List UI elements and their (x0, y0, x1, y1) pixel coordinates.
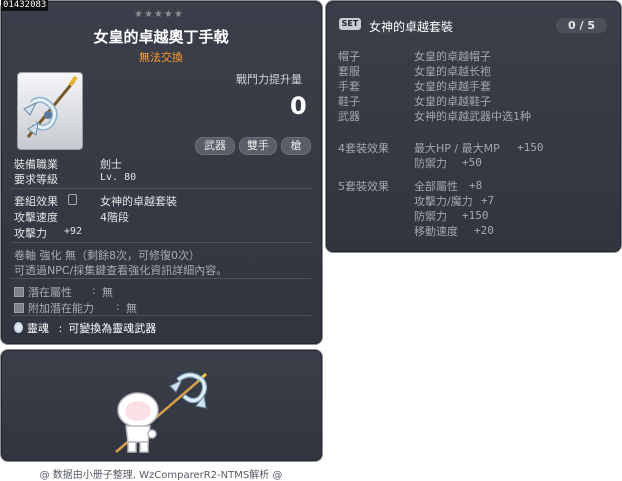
set-effect-4-stat-value: +150 (517, 141, 544, 154)
divider (11, 188, 311, 189)
set-part-name: 女神的卓越武器中选1种 (414, 110, 531, 123)
set-part-name: 女皇的卓越长袍 (414, 65, 491, 78)
set-effect-4-stat-value: +50 (462, 156, 482, 169)
attack-value: +92 (64, 226, 83, 237)
set-effect-5-stat: 移動速度 (414, 225, 458, 238)
set-effect-5-stat-value: +7 (481, 194, 495, 207)
divider (11, 315, 311, 316)
set-part-slot: 武器 (338, 110, 360, 123)
additional-potential-value: 無 (126, 302, 137, 315)
power-increase-value: 0 (290, 92, 307, 120)
set-effect-5-stat-value: +8 (469, 179, 483, 192)
attack-speed-label: 攻擊速度 (14, 211, 58, 224)
set-effect-5-stat-value: +20 (474, 224, 494, 237)
additional-potential-label: 附加潛在能力 (28, 302, 94, 315)
job-value: 劍士 (100, 158, 122, 171)
character-preview (115, 372, 208, 453)
soul-value: 可變換為靈魂武器 (68, 322, 157, 335)
set-effect-4-stat: 最大HP / 最大MP (414, 142, 500, 155)
additional-potential-colon: : (116, 300, 120, 313)
set-part-slot: 套服 (338, 65, 360, 78)
divider (11, 278, 311, 279)
required-level-label: 要求等級 (14, 173, 58, 186)
required-level-value: Lv. 80 (100, 172, 137, 183)
set-effect-4-stat: 防禦力 (414, 157, 447, 170)
set-badge: SET (339, 18, 361, 30)
potential-value: 無 (102, 286, 113, 299)
footer-credit: @ 数据由小册子整理, WzComparerR2-NTMS解析 @ (39, 470, 283, 481)
set-effect-5-label: 5套裝效果 (338, 180, 389, 193)
set-effect-label: 套組效果 (14, 195, 58, 208)
tag-two-handed: 雙手 (239, 137, 277, 155)
set-part-slot: 手套 (338, 80, 360, 93)
soul-label: 靈魂 (27, 322, 49, 335)
set-name: 女神的卓越套裝 (369, 20, 454, 34)
set-count: 0 / 5 (556, 18, 607, 33)
upgrade-status: 卷軸 強化 無（剩餘8次，可修復0次） (14, 249, 200, 262)
set-effect-value: 女神的卓越套裝 (100, 195, 177, 208)
attack-label: 攻擊力 (14, 227, 47, 240)
set-part-slot: 鞋子 (338, 95, 360, 108)
set-effect-4-label: 4套裝效果 (338, 142, 389, 155)
potential-row: 潛在屬性 (14, 284, 72, 300)
set-effect-5-stat: 防禦力 (414, 210, 447, 223)
additional-potential-icon (14, 303, 24, 313)
trade-status: 無法交換 (139, 51, 183, 64)
tag-spear: 槍 (281, 137, 311, 155)
potential-colon: : (92, 284, 96, 297)
lock-icon (68, 194, 77, 205)
potential-icon (14, 287, 24, 297)
set-effect-5-stat: 攻擊力/魔力 (414, 195, 473, 208)
item-icon-frame (17, 72, 83, 150)
item-id: 01432083 (1, 0, 49, 11)
additional-potential-row: 附加潛在能力 (14, 300, 94, 316)
soul-colon: : (58, 322, 63, 335)
tag-weapon: 武器 (195, 137, 235, 155)
set-part-slot: 帽子 (338, 50, 360, 63)
star-force-stars: ★★★★★ (134, 9, 184, 20)
set-part-name: 女皇的卓越手套 (414, 80, 491, 93)
soul-row: 靈魂 : 可變換為靈魂武器 (14, 320, 156, 336)
flame-icon (14, 322, 23, 333)
divider (11, 242, 311, 243)
set-part-name: 女皇的卓越鞋子 (414, 95, 491, 108)
npc-info-hint: 可透過NPC/採集鍵查看強化資訊詳細內容。 (14, 264, 228, 277)
job-label: 裝備職業 (14, 158, 58, 171)
power-increase-label: 戰鬥力提升量 (236, 73, 302, 86)
set-part-name: 女皇的卓越帽子 (414, 50, 491, 63)
set-effect-5-stat: 全部屬性 (414, 180, 458, 193)
attack-speed-value: 4階段 (100, 211, 129, 224)
item-name: 女皇的卓越奧丁手戟 (93, 28, 229, 46)
trident-weapon-icon (23, 75, 78, 138)
set-effect-5-stat-value: +150 (462, 209, 489, 222)
potential-label: 潛在屬性 (28, 286, 72, 299)
